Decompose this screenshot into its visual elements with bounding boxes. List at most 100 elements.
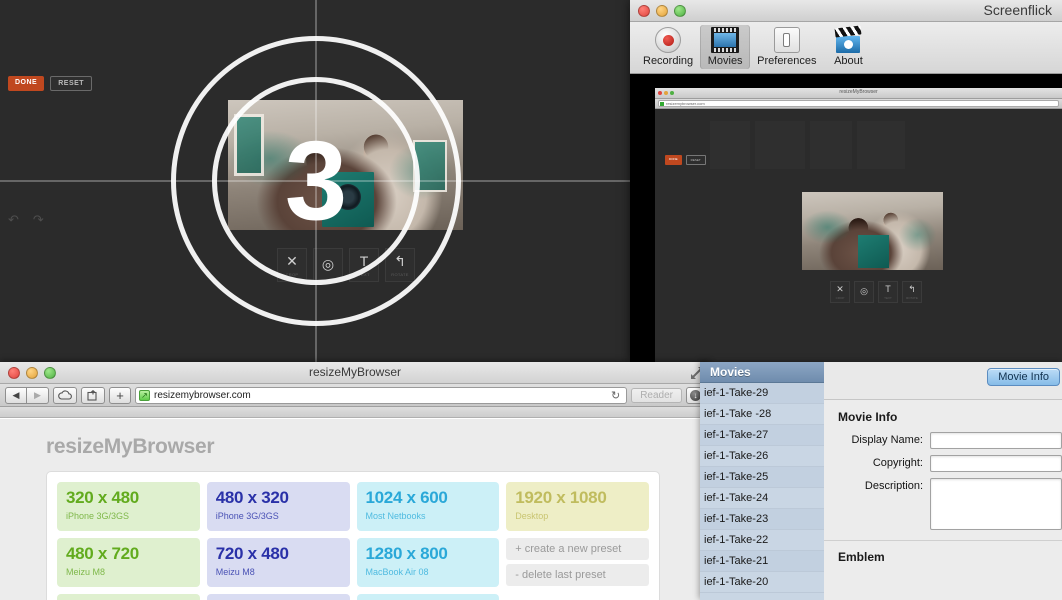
preset-device: MacBook Air 08 bbox=[365, 566, 429, 577]
nested-url-text: resizemybrowser.com bbox=[658, 100, 1059, 107]
plus-icon[interactable]: + bbox=[109, 386, 131, 404]
nested-photo bbox=[802, 192, 943, 270]
toolbar-item-about[interactable]: About bbox=[823, 25, 873, 69]
list-item[interactable]: ief-1-Take-26 bbox=[700, 446, 824, 467]
crop-icon: ✕ bbox=[286, 253, 298, 269]
done-button[interactable]: DONE bbox=[8, 76, 45, 91]
screenflick-title: Screenflick bbox=[983, 2, 1052, 18]
rotate-tool[interactable]: ↰ ROTATE bbox=[385, 248, 415, 282]
preset-cell[interactable]: 480 x 800 bbox=[57, 594, 200, 600]
undo-icon[interactable]: ↶ bbox=[8, 212, 19, 228]
movies-tabbar: Movie Info bbox=[824, 362, 1062, 400]
nested-urlbar: resizemybrowser.com bbox=[655, 99, 1062, 109]
screenflick-titlebar[interactable]: Screenflick bbox=[630, 0, 1062, 22]
list-item-label: ief-1-Take-20 bbox=[704, 576, 769, 588]
filter-tool[interactable]: ◎ bbox=[313, 248, 343, 282]
minimize-icon[interactable] bbox=[26, 367, 38, 379]
preset-cell[interactable]: 480 x 720 Meizu M8 bbox=[57, 538, 200, 587]
toolbar-item-about-label: About bbox=[834, 55, 863, 67]
safari-titlebar[interactable]: resizeMyBrowser bbox=[0, 362, 710, 384]
nested-crop-icon: ✕ bbox=[836, 283, 844, 294]
screenflick-preview: resizeMyBrowser resizemybrowser.com DONE… bbox=[630, 75, 1062, 362]
url-bar[interactable]: ↗ resizemybrowser.com ↻ bbox=[135, 386, 628, 404]
crop-tool[interactable]: ✕ CROP bbox=[277, 248, 307, 282]
list-item-label: ief-1-Take-22 bbox=[704, 534, 769, 546]
zoom-icon[interactable] bbox=[674, 5, 686, 17]
preset-device: Meizu M8 bbox=[66, 566, 106, 577]
edited-photo bbox=[228, 100, 463, 230]
preset-dimension: 320 x 480 bbox=[66, 488, 139, 507]
nested-ghost-2 bbox=[755, 121, 805, 169]
bookmarks-bar[interactable] bbox=[0, 407, 710, 418]
create-preset-button[interactable]: + create a new preset bbox=[506, 538, 649, 560]
preset-cell[interactable]: 1920 x 1080 Desktop bbox=[506, 482, 649, 531]
zoom-icon[interactable] bbox=[44, 367, 56, 379]
list-item[interactable]: ief-1-Take-24 bbox=[700, 488, 824, 509]
preset-device: Desktop bbox=[515, 510, 549, 521]
toolbar-item-recording[interactable]: Recording bbox=[636, 25, 700, 69]
list-item-label: ief-1-Take-24 bbox=[704, 492, 769, 504]
back-arrow-icon[interactable]: ◀ bbox=[5, 386, 27, 404]
movies-sidebar-header-label: Movies bbox=[710, 365, 751, 379]
list-item[interactable]: ief-1-Take-23 bbox=[700, 509, 824, 530]
list-item[interactable]: ief-1-Take -28 bbox=[700, 404, 824, 425]
forward-arrow-icon[interactable]: ▶ bbox=[27, 386, 49, 404]
reader-button[interactable]: Reader bbox=[631, 387, 682, 403]
safari-window-controls bbox=[8, 367, 56, 379]
list-item[interactable]: ief-1-Take-29 bbox=[700, 383, 824, 404]
text-tool[interactable]: T TEXT bbox=[349, 248, 379, 282]
preset-dimension: 1024 x 600 bbox=[365, 488, 448, 507]
preset-dimension: 1280 x 800 bbox=[365, 544, 448, 563]
crop-tool-label: CROP bbox=[285, 272, 299, 277]
share-icon[interactable] bbox=[81, 386, 105, 404]
preferences-icon bbox=[773, 26, 800, 54]
field-row-description: Description: bbox=[838, 478, 1062, 530]
tab-movie-info[interactable]: Movie Info bbox=[987, 368, 1060, 386]
nested-done-button: DONE bbox=[665, 155, 682, 165]
toolbar-item-preferences[interactable]: Preferences bbox=[750, 25, 823, 69]
nested-window-controls bbox=[658, 91, 674, 95]
list-item[interactable]: ief-1-Take-21 bbox=[700, 551, 824, 572]
list-item-label: ief-1-Take-26 bbox=[704, 450, 769, 462]
list-item[interactable]: ief-1-Take-25 bbox=[700, 467, 824, 488]
preset-cell[interactable]: 1366 x 768 bbox=[356, 594, 500, 600]
delete-preset-button[interactable]: - delete last preset bbox=[506, 564, 649, 586]
rotate-tool-label: ROTATE bbox=[391, 272, 409, 277]
toolbar-item-movies[interactable]: Movies bbox=[700, 25, 751, 69]
icloud-icon[interactable] bbox=[53, 386, 77, 404]
preset-cell[interactable]: 1280 x 800 MacBook Air 08 bbox=[356, 538, 500, 587]
minimize-icon[interactable] bbox=[656, 5, 668, 17]
description-label: Description: bbox=[864, 480, 923, 492]
copyright-field[interactable] bbox=[930, 455, 1062, 472]
reload-icon[interactable]: ↻ bbox=[611, 389, 623, 402]
section-divider bbox=[824, 540, 1062, 541]
list-item-label: ief-1-Take -28 bbox=[704, 408, 772, 420]
nav-buttons: ◀ ▶ bbox=[5, 386, 49, 404]
preset-cell[interactable]: 320 x 480 iPhone 3G/3GS bbox=[57, 482, 200, 531]
text-tool-label: TEXT bbox=[358, 272, 370, 277]
close-icon[interactable] bbox=[8, 367, 20, 379]
display-name-field[interactable] bbox=[930, 432, 1062, 449]
preset-actions: + create a new preset - delete last pres… bbox=[506, 538, 649, 587]
url-text[interactable]: resizemybrowser.com bbox=[154, 390, 607, 401]
preset-cell[interactable]: 480 x 320 iPhone 3G/3GS bbox=[206, 482, 350, 531]
page-title: resizeMyBrowser bbox=[46, 435, 215, 458]
close-icon[interactable] bbox=[638, 5, 650, 17]
description-field[interactable] bbox=[930, 478, 1062, 530]
screenflick-window: Screenflick Recording Movies Preferences… bbox=[630, 0, 1062, 362]
list-item[interactable]: ief-1-Take-20 bbox=[700, 572, 824, 593]
preset-device: iPhone 3G/3GS bbox=[66, 510, 130, 521]
list-item[interactable]: ief-1-Take-27 bbox=[700, 425, 824, 446]
list-item[interactable]: ief-1-Take-22 bbox=[700, 530, 824, 551]
preset-cell[interactable]: 720 x 480 Meizu M8 bbox=[206, 538, 350, 587]
redo-icon[interactable]: ↷ bbox=[33, 212, 44, 228]
preset-cell[interactable]: 800 x 480 bbox=[206, 594, 350, 600]
preset-cell[interactable]: 1024 x 600 Most Netbooks bbox=[356, 482, 500, 531]
editor-canvas: 3 DONE RESET ↶ ↷ ✕ CROP ◎ T TEXT ↰ ROTAT… bbox=[0, 0, 632, 362]
reset-button[interactable]: RESET bbox=[50, 76, 93, 91]
nested-reset-button: RESET bbox=[685, 155, 706, 165]
preset-panel: 320 x 480 iPhone 3G/3GS 480 x 320 iPhone… bbox=[46, 471, 660, 600]
field-row-display-name: Display Name: bbox=[838, 432, 1062, 449]
window-controls bbox=[638, 5, 686, 17]
editor-action-bar: DONE RESET bbox=[8, 76, 93, 91]
